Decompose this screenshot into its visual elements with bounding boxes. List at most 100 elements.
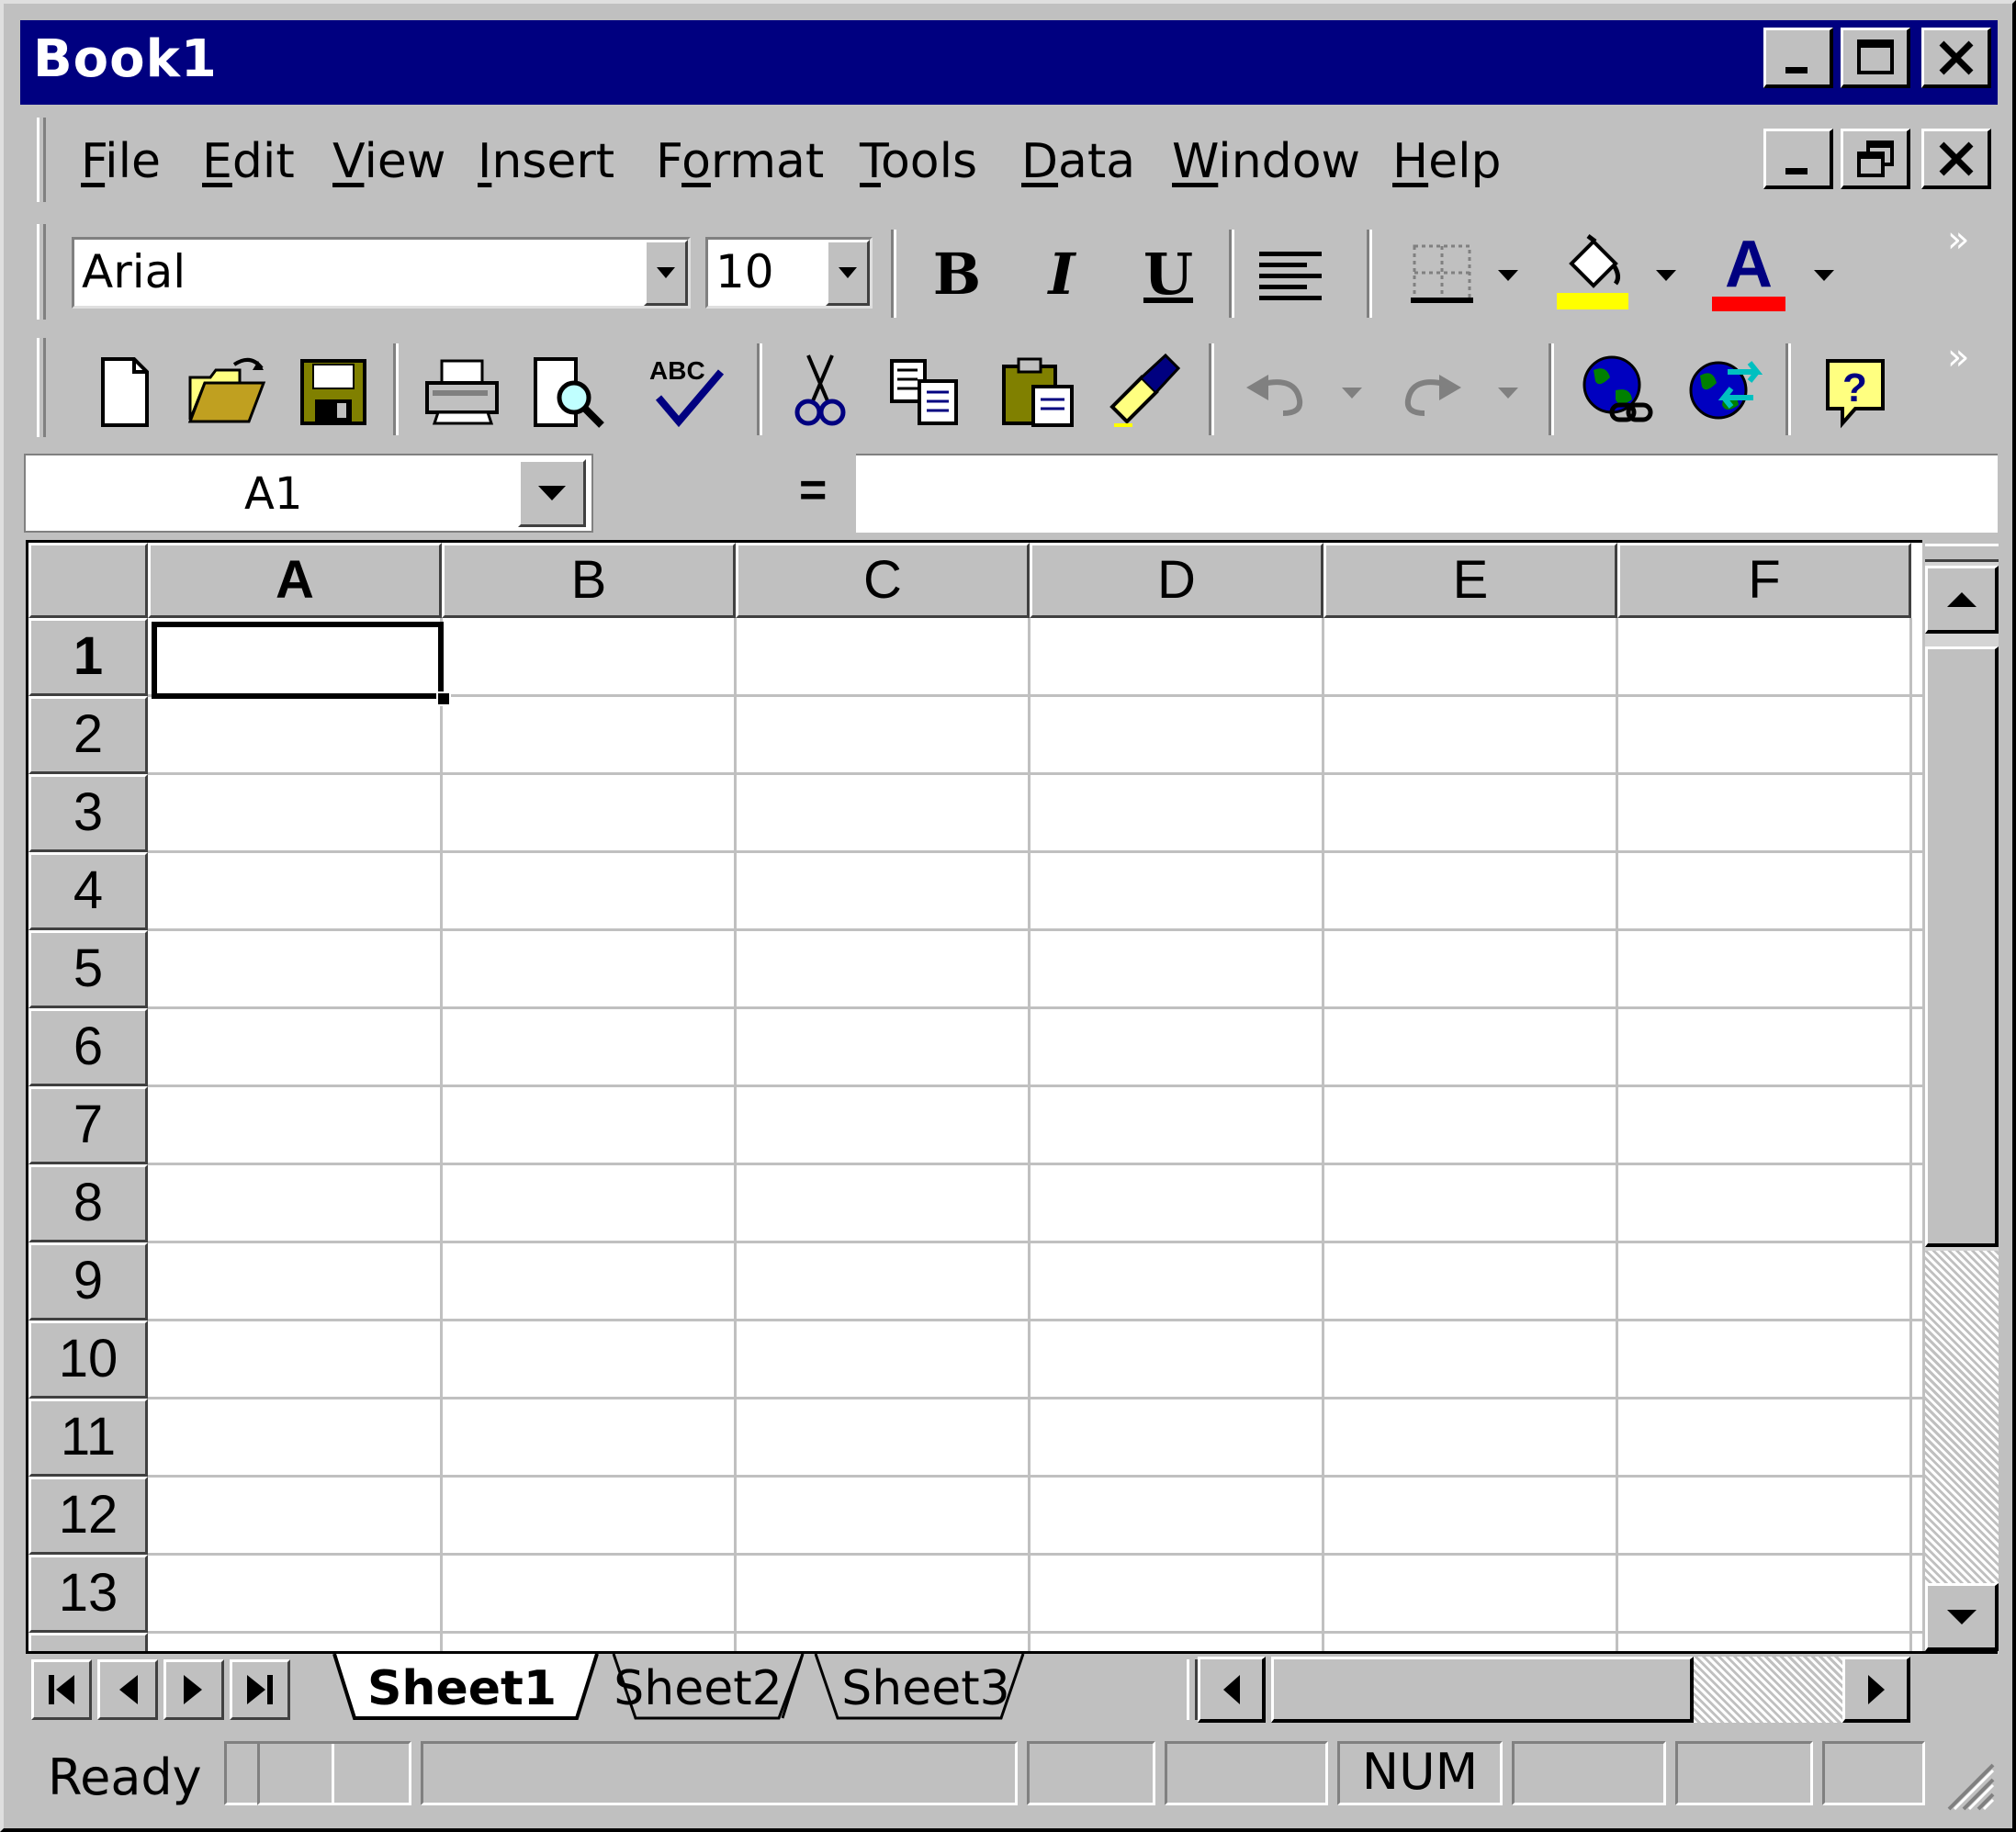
- first-sheet-button[interactable]: [31, 1659, 92, 1720]
- print-preview-button[interactable]: [524, 353, 612, 432]
- borders-button[interactable]: [1398, 237, 1486, 310]
- row-header-7[interactable]: 7: [28, 1086, 148, 1164]
- name-box-dropdown[interactable]: [518, 459, 586, 527]
- row-header-9[interactable]: 9: [28, 1242, 148, 1321]
- title-bar[interactable]: Book1: [20, 20, 1998, 105]
- vertical-scroll-thumb[interactable]: [1925, 646, 1999, 1247]
- underline-button[interactable]: U: [1132, 237, 1205, 310]
- maximize-button[interactable]: [1841, 28, 1910, 88]
- copy-button[interactable]: [884, 353, 972, 432]
- workbook-restore-button[interactable]: [1841, 129, 1910, 189]
- web-toolbar-button[interactable]: [1679, 349, 1767, 433]
- undo-button[interactable]: [1236, 364, 1315, 428]
- row-header-10[interactable]: 10: [28, 1321, 148, 1399]
- open-button[interactable]: [182, 353, 274, 432]
- horizontal-scroll-track[interactable]: [1694, 1657, 1842, 1723]
- column-header-b[interactable]: B: [442, 543, 736, 618]
- toolbar-grip[interactable]: [37, 338, 46, 437]
- select-all-corner[interactable]: [28, 543, 148, 618]
- new-button[interactable]: [84, 353, 163, 432]
- menu-insert[interactable]: Insert: [478, 134, 614, 189]
- save-button[interactable]: [292, 353, 375, 432]
- close-button[interactable]: [1921, 28, 1991, 88]
- paste-button[interactable]: [994, 353, 1082, 432]
- edit-formula-button[interactable]: =: [799, 463, 827, 518]
- insert-hyperlink-button[interactable]: [1574, 349, 1662, 433]
- workbook-close-button[interactable]: [1921, 129, 1991, 189]
- column-header-e[interactable]: E: [1323, 543, 1617, 618]
- fill-color-button[interactable]: [1549, 230, 1637, 318]
- split-box[interactable]: [1925, 544, 1999, 562]
- cut-button[interactable]: [779, 349, 862, 433]
- row-header-6[interactable]: 6: [28, 1008, 148, 1086]
- menu-view[interactable]: View: [332, 134, 445, 189]
- last-sheet-button[interactable]: [230, 1659, 290, 1720]
- undo-dropdown[interactable]: [1330, 375, 1374, 411]
- borders-dropdown[interactable]: [1490, 257, 1526, 294]
- menu-window[interactable]: Window: [1172, 134, 1360, 189]
- toolbar-grip[interactable]: [37, 224, 46, 320]
- font-size-combo[interactable]: 10: [705, 237, 873, 309]
- bold-button[interactable]: B: [920, 237, 994, 310]
- font-color-dropdown[interactable]: [1806, 257, 1842, 294]
- menu-data[interactable]: Data: [1021, 134, 1135, 189]
- column-header-a[interactable]: A: [148, 543, 442, 618]
- resize-grip-icon[interactable]: [1940, 1756, 1995, 1811]
- menu-file[interactable]: File: [81, 134, 161, 189]
- workbook-minimize-button[interactable]: [1763, 129, 1833, 189]
- font-name-dropdown[interactable]: [644, 240, 688, 306]
- previous-sheet-button[interactable]: [97, 1659, 158, 1720]
- minimize-button[interactable]: [1763, 28, 1833, 88]
- row-header-13[interactable]: 13: [28, 1555, 148, 1633]
- menu-help[interactable]: Help: [1392, 134, 1502, 189]
- vertical-scroll-track[interactable]: [1925, 1251, 1999, 1583]
- menu-grip[interactable]: [37, 118, 46, 202]
- formula-input[interactable]: [856, 454, 1998, 533]
- row-header-1[interactable]: 1: [28, 618, 148, 696]
- row-header-2[interactable]: 2: [28, 696, 148, 774]
- tab-split-handle[interactable]: [1187, 1659, 1198, 1720]
- scroll-right-button[interactable]: [1842, 1657, 1910, 1723]
- italic-button[interactable]: I: [1025, 237, 1098, 310]
- spelling-button[interactable]: ABC: [641, 353, 733, 432]
- sheet-tab-sheet1[interactable]: Sheet1: [347, 1661, 577, 1722]
- column-header-c[interactable]: C: [736, 543, 1030, 618]
- horizontal-scrollbar[interactable]: [1198, 1657, 1914, 1723]
- font-size-dropdown[interactable]: [826, 240, 870, 306]
- font-name-combo[interactable]: Arial: [72, 237, 691, 309]
- scroll-up-button[interactable]: [1925, 566, 1999, 634]
- redo-dropdown[interactable]: [1486, 375, 1530, 411]
- office-assistant-button[interactable]: ?: [1813, 351, 1901, 433]
- format-painter-button[interactable]: [1100, 349, 1188, 433]
- menu-edit[interactable]: Edit: [202, 134, 295, 189]
- next-sheet-button[interactable]: [163, 1659, 224, 1720]
- fill-handle[interactable]: [436, 691, 451, 706]
- menu-tools[interactable]: Tools: [860, 134, 977, 189]
- scroll-left-button[interactable]: [1198, 1657, 1266, 1723]
- worksheet-grid[interactable]: A B C D E F 1 2 3 4 5 6 7 8 9 10 11 12 1…: [26, 540, 1922, 1651]
- vertical-scrollbar[interactable]: [1925, 544, 1999, 1655]
- redo-button[interactable]: [1392, 364, 1471, 428]
- row-header-4[interactable]: 4: [28, 852, 148, 930]
- fill-color-dropdown[interactable]: [1648, 257, 1684, 294]
- menu-format[interactable]: Format: [656, 134, 824, 189]
- row-header-12[interactable]: 12: [28, 1477, 148, 1555]
- font-color-button[interactable]: A: [1705, 230, 1793, 318]
- sheet-tab-sheet3[interactable]: Sheet3: [825, 1661, 1027, 1722]
- row-header-5[interactable]: 5: [28, 930, 148, 1008]
- align-left-button[interactable]: [1251, 237, 1330, 310]
- active-cell-a1[interactable]: [152, 622, 444, 699]
- print-button[interactable]: [419, 353, 507, 432]
- row-header-3[interactable]: 3: [28, 774, 148, 852]
- row-header-8[interactable]: 8: [28, 1164, 148, 1242]
- name-box[interactable]: A1: [24, 454, 593, 533]
- scroll-down-button[interactable]: [1925, 1583, 1999, 1651]
- column-header-f[interactable]: F: [1617, 543, 1911, 618]
- toolbar-more-chevron[interactable]: »: [1947, 336, 1969, 378]
- row-header-partial[interactable]: [28, 1633, 148, 1651]
- row-header-11[interactable]: 11: [28, 1399, 148, 1477]
- column-header-d[interactable]: D: [1030, 543, 1323, 618]
- horizontal-scroll-thumb[interactable]: [1271, 1657, 1694, 1723]
- toolbar-more-chevron[interactable]: »: [1947, 219, 1969, 261]
- sheet-tab-sheet2[interactable]: Sheet2: [606, 1661, 790, 1722]
